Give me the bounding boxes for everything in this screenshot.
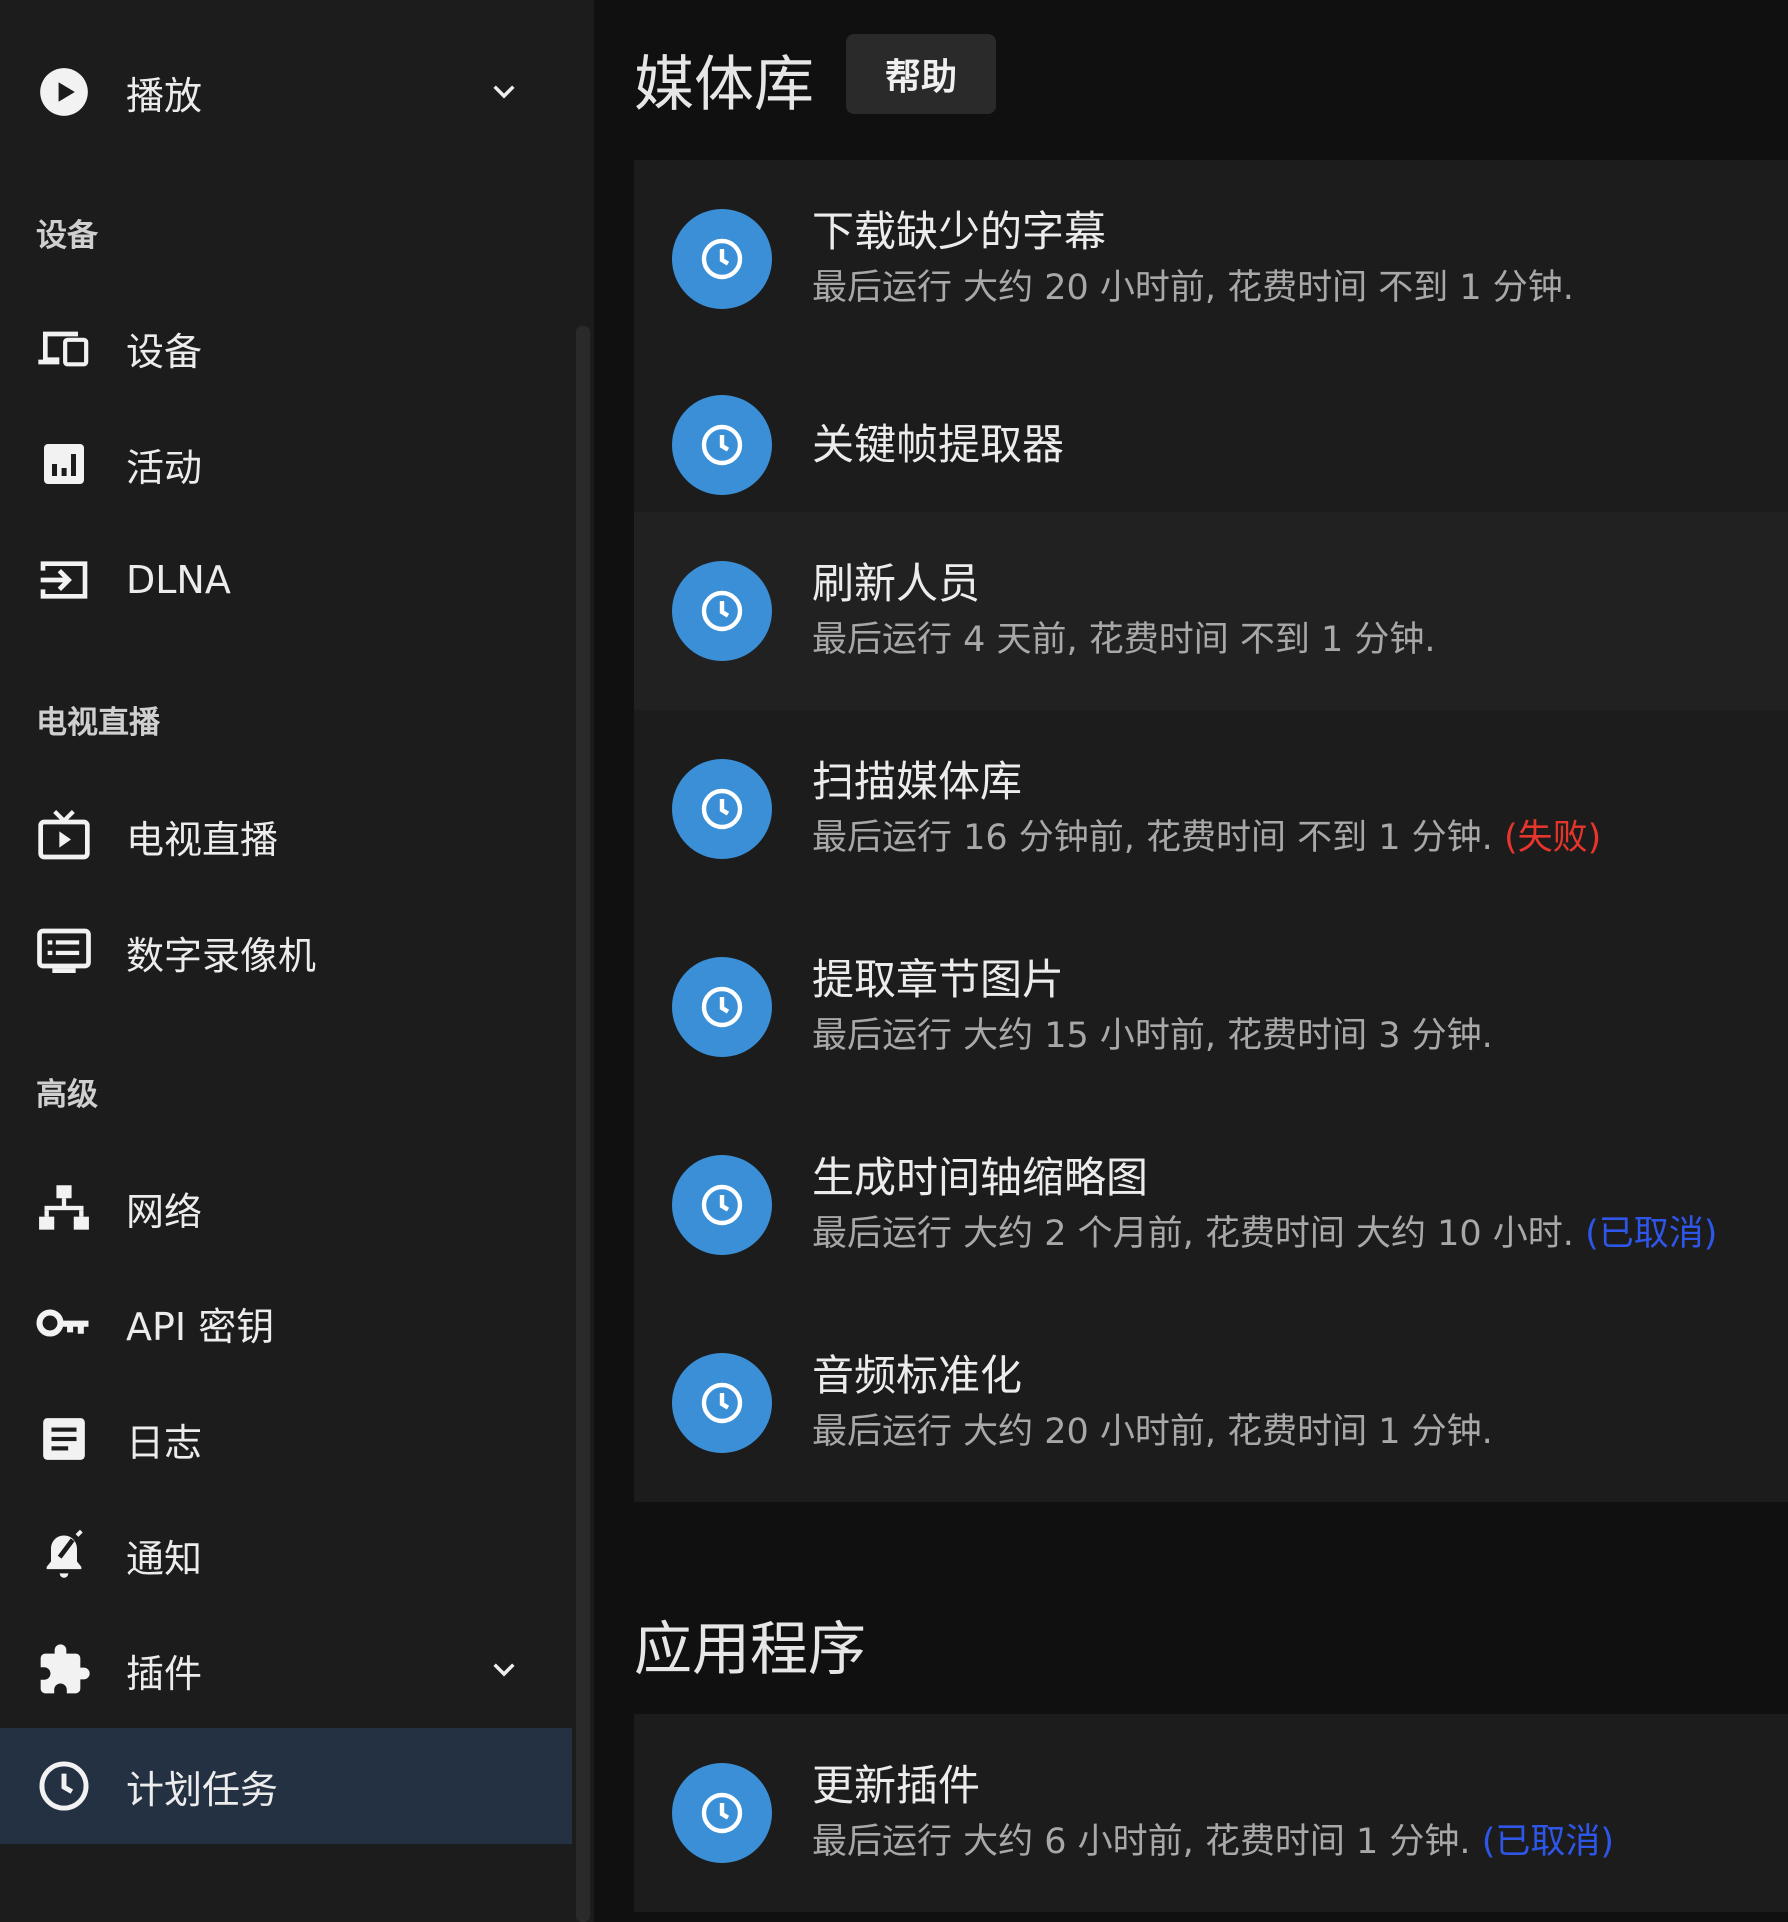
task-meta: 最后运行 大约 15 小时前, 花费时间 3 分钟.: [812, 1016, 1493, 1056]
dvr-icon: [36, 924, 92, 980]
sidebar-item-notifications[interactable]: 通知: [0, 1497, 572, 1613]
clock-icon: [672, 759, 772, 859]
chevron-down-icon[interactable]: [486, 74, 522, 110]
task-meta: 最后运行 大约 20 小时前, 花费时间 1 分钟.: [812, 1412, 1493, 1452]
task-name: 生成时间轴缩略图: [812, 1153, 1149, 1202]
activity-chart-icon: [36, 436, 92, 492]
live-tv-icon: [36, 808, 92, 864]
sidebar-item-label: 电视直播: [126, 817, 279, 862]
sidebar-item-label: DLNA: [126, 558, 231, 602]
notification-bell-icon: [36, 1527, 92, 1583]
task-item[interactable]: 音频标准化 最后运行 大约 20 小时前, 花费时间 1 分钟.: [634, 1304, 1788, 1502]
sidebar-item-plugins[interactable]: 插件: [0, 1612, 572, 1728]
clock-icon: [672, 1155, 772, 1255]
clock-icon: [672, 1763, 772, 1863]
clock-icon: [36, 1758, 92, 1814]
task-item[interactable]: 生成时间轴缩略图 最后运行 大约 2 个月前, 花费时间 大约 10 小时. (…: [634, 1106, 1788, 1304]
sidebar-item-dlna[interactable]: DLNA: [0, 522, 572, 638]
task-item[interactable]: 更新插件 最后运行 大约 6 小时前, 花费时间 1 分钟. (已取消): [634, 1714, 1788, 1912]
task-meta: 最后运行 大约 20 小时前, 花费时间 不到 1 分钟.: [812, 268, 1574, 308]
section-heading-advanced: 高级: [36, 1077, 98, 1113]
task-item[interactable]: 刷新人员 最后运行 4 天前, 花费时间 不到 1 分钟.: [634, 512, 1788, 710]
page-title: 媒体库: [634, 50, 814, 120]
sidebar-item-activity[interactable]: 活动: [0, 406, 572, 522]
sidebar-item-dvr[interactable]: 数字录像机: [0, 894, 572, 1010]
network-icon: [36, 1180, 92, 1236]
key-icon: [36, 1295, 92, 1351]
status-failed-badge: (失败): [1503, 818, 1602, 858]
task-meta: 最后运行 大约 6 小时前, 花费时间 1 分钟. (已取消): [812, 1822, 1614, 1862]
task-meta: 最后运行 4 天前, 花费时间 不到 1 分钟.: [812, 620, 1436, 660]
sidebar-scrollbar[interactable]: [576, 326, 590, 1922]
task-name: 关键帧提取器: [812, 420, 1065, 469]
task-name: 刷新人员: [812, 559, 981, 608]
clock-icon: [672, 957, 772, 1057]
devices-icon: [36, 320, 92, 376]
section-heading-devices: 设备: [36, 218, 98, 254]
sidebar-item-label: 通知: [126, 1536, 203, 1581]
main-content: 媒体库 帮助 下载缺少的字幕 最后运行 大约 20 小时前, 花费时间 不到 1…: [594, 0, 1788, 1922]
task-item[interactable]: 扫描媒体库 最后运行 16 分钟前, 花费时间 不到 1 分钟. (失败): [634, 710, 1788, 908]
sidebar-item-logs[interactable]: 日志: [0, 1381, 572, 1497]
task-name: 提取章节图片: [812, 955, 1065, 1004]
clock-icon: [672, 1353, 772, 1453]
sidebar-item-live-tv[interactable]: 电视直播: [0, 778, 572, 894]
task-name: 扫描媒体库: [812, 757, 1023, 806]
sidebar-item-label: 插件: [126, 1651, 203, 1696]
sidebar-item-devices[interactable]: 设备: [0, 290, 572, 406]
status-cancelled-badge: (已取消): [1585, 1214, 1718, 1254]
sidebar-item-label: 设备: [126, 329, 203, 374]
task-name: 音频标准化: [812, 1351, 1023, 1400]
sidebar: 播放 设备 设备 活动 DLNA 电视直播 电视直播 数字录像机 高级 网络 A…: [0, 0, 594, 1922]
sidebar-item-label: 活动: [126, 445, 203, 490]
clock-icon: [672, 561, 772, 661]
task-item[interactable]: 关键帧提取器: [634, 358, 1788, 532]
sidebar-item-api-keys[interactable]: API 密钥: [0, 1265, 572, 1381]
sidebar-item-label: 播放: [126, 73, 203, 118]
task-name: 下载缺少的字幕: [812, 207, 1107, 256]
sidebar-item-playback[interactable]: 播放: [0, 34, 572, 150]
log-document-icon: [36, 1411, 92, 1467]
task-meta: 最后运行 16 分钟前, 花费时间 不到 1 分钟. (失败): [812, 818, 1602, 858]
task-name: 更新插件: [812, 1761, 981, 1810]
play-circle-icon: [36, 64, 92, 120]
sidebar-item-network[interactable]: 网络: [0, 1150, 572, 1266]
help-button[interactable]: 帮助: [846, 34, 996, 114]
sidebar-item-label: API 密钥: [126, 1304, 275, 1349]
status-cancelled-badge: (已取消): [1481, 1822, 1614, 1862]
clock-icon: [672, 209, 772, 309]
sidebar-item-label: 日志: [126, 1420, 203, 1465]
section-heading-live-tv: 电视直播: [36, 705, 160, 741]
task-item[interactable]: 下载缺少的字幕 最后运行 大约 20 小时前, 花费时间 不到 1 分钟.: [634, 160, 1788, 358]
puzzle-icon: [36, 1642, 92, 1698]
clock-icon: [672, 395, 772, 495]
chevron-down-icon[interactable]: [486, 1652, 522, 1688]
task-item[interactable]: 提取章节图片 最后运行 大约 15 小时前, 花费时间 3 分钟.: [634, 908, 1788, 1106]
sidebar-item-label: 数字录像机: [126, 933, 317, 978]
sidebar-item-scheduled-tasks[interactable]: 计划任务: [0, 1728, 572, 1844]
input-arrow-icon: [36, 552, 92, 608]
sidebar-item-label: 计划任务: [126, 1767, 279, 1812]
sidebar-item-label: 网络: [126, 1189, 203, 1234]
section-title-application: 应用程序: [634, 1615, 867, 1683]
task-meta: 最后运行 大约 2 个月前, 花费时间 大约 10 小时. (已取消): [812, 1214, 1718, 1254]
